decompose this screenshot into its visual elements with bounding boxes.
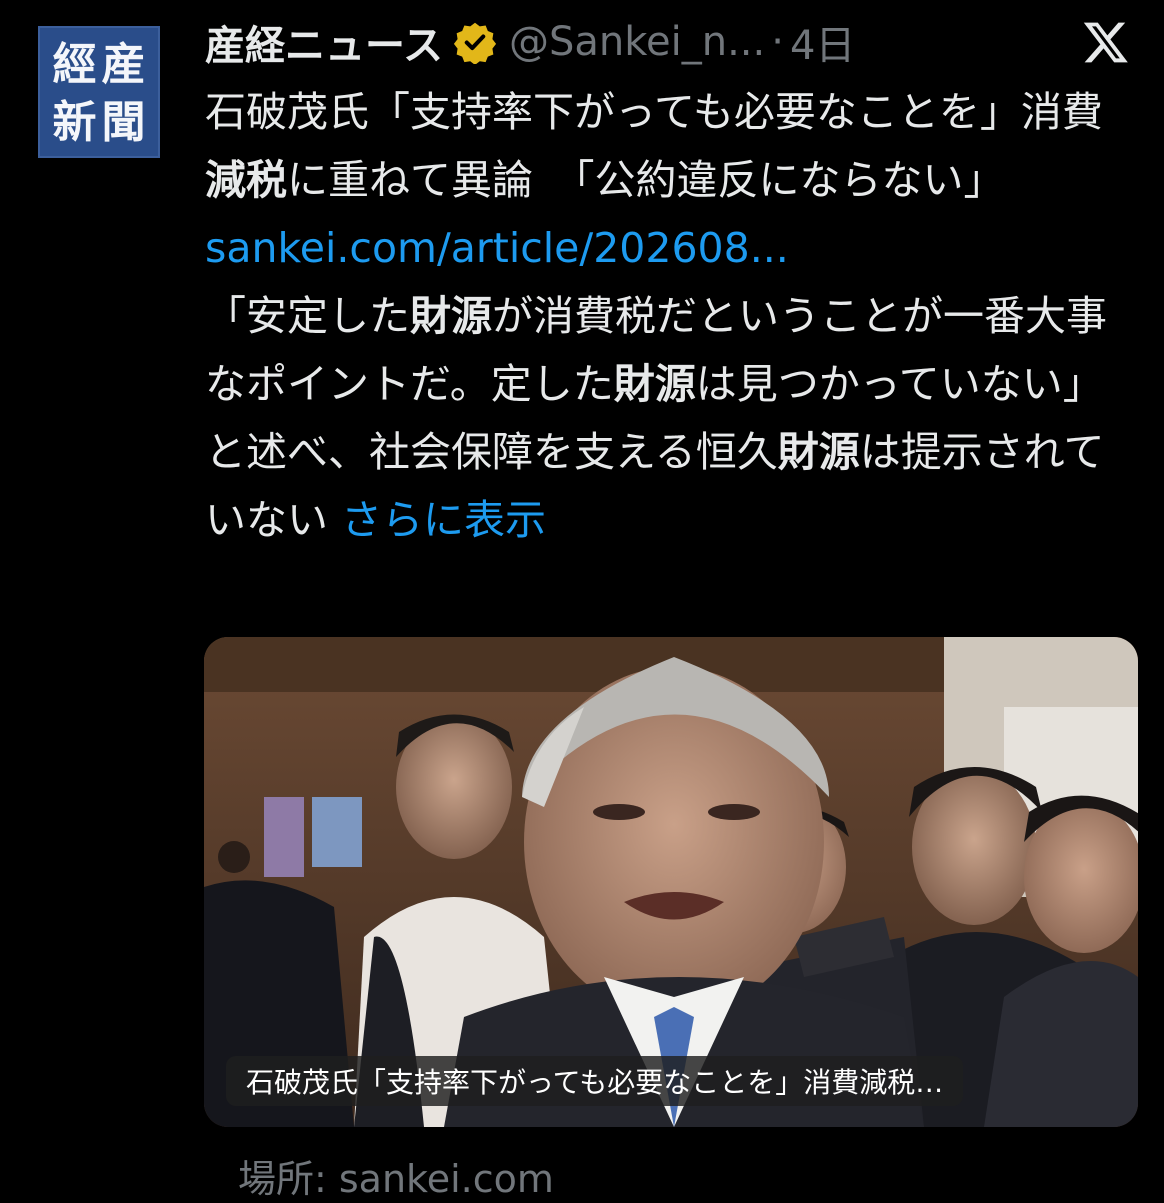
- separator: ·: [771, 19, 784, 65]
- tweet-text-bold: 減税: [205, 156, 287, 204]
- handle[interactable]: @Sankei_n...: [509, 19, 765, 65]
- display-name[interactable]: 産経ニュース: [205, 13, 443, 71]
- media-caption: 石破茂氏「支持率下がっても必要なことを」消費減税…: [226, 1056, 964, 1106]
- avatar-char-1: 經: [52, 39, 97, 90]
- verified-badge-icon: [453, 22, 497, 64]
- press-scrum-photo: [204, 637, 1138, 1127]
- avatar-char-3: 聞: [101, 97, 146, 148]
- tweet-text-bold: 財源: [613, 360, 696, 408]
- link-source[interactable]: 場所: sankei.com: [238, 1148, 554, 1203]
- tweet-text-part: 石破茂氏「支持率下がっても必要なことを」消費: [205, 88, 1103, 136]
- article-link[interactable]: sankei.com/article/202608...: [205, 224, 789, 272]
- avatar[interactable]: 經 産 新 聞: [38, 26, 160, 158]
- tweet-text: 石破茂氏「支持率下がっても必要なことを」消費減税に重ねて異論 「公約違反にならな…: [205, 78, 1135, 554]
- tweet-text-part: に重ねて異論 「公約違反にならない」: [287, 156, 1005, 204]
- avatar-char-2: 新: [52, 97, 97, 148]
- tweet-text-bold: 財源: [777, 428, 860, 476]
- timestamp[interactable]: 4日: [790, 13, 855, 71]
- show-more-link[interactable]: さらに表示: [341, 496, 546, 544]
- tweet-text-bold: 財源: [410, 292, 492, 340]
- tweet-header: 産経ニュース @Sankei_n... · 4日: [205, 12, 855, 72]
- avatar-char-0: 産: [101, 39, 146, 90]
- tweet-text-part: 「安定した: [205, 292, 410, 340]
- x-logo-icon[interactable]: [1082, 18, 1130, 66]
- media-card-image[interactable]: [204, 637, 1138, 1127]
